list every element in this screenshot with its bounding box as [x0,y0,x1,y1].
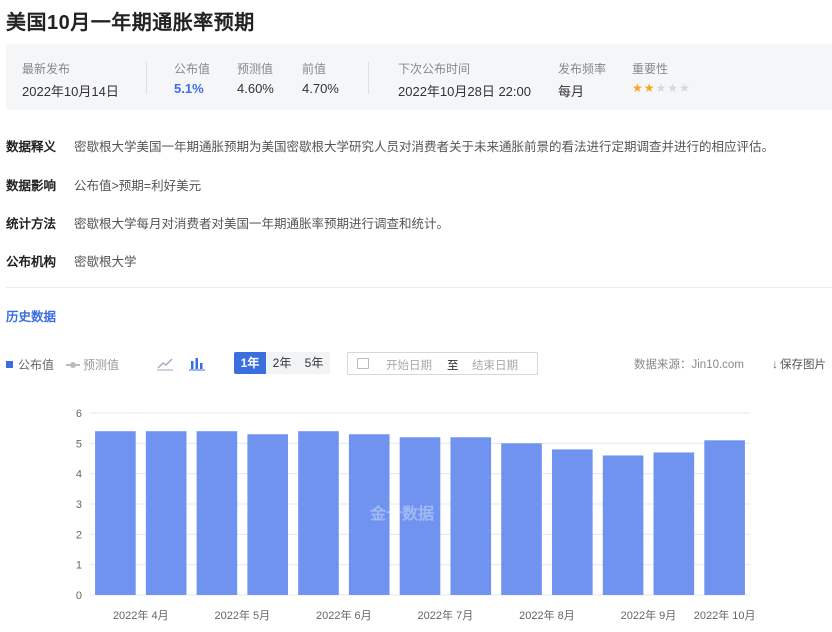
save-image-button[interactable]: ↓ 保存图片 [772,356,826,372]
range-1y-button[interactable]: 1年 [234,352,266,374]
y-tick-label: 4 [76,469,82,481]
x-tick-label: 2022年 5月 [214,608,270,622]
info-key: 公布机构 [6,255,57,269]
bar[interactable] [653,452,695,595]
history-title[interactable]: 历史数据 [6,306,56,325]
start-date-input[interactable]: 开始日期 [386,357,432,373]
x-tick-label: 2022年 9月 [621,608,677,622]
y-tick-label: 1 [76,560,82,572]
date-separator: 至 [447,360,459,372]
info-value: 密歇根大学每月对消费者对美国一年期通胀率预期进行调查和统计。 [74,217,450,231]
range-2y-button[interactable]: 2年 [266,352,298,374]
x-tick-label: 2022年 4月 [113,608,169,622]
legend-forecast[interactable]: 预测值 [66,356,119,373]
bar[interactable] [704,440,745,595]
latest-value: 2022年10月14日 [22,84,119,99]
info-key: 统计方法 [6,217,57,231]
legend-actual-label: 公布值 [18,358,55,372]
bar[interactable] [247,434,288,595]
star-empty-icon: ★ [655,81,668,95]
calendar-icon [357,358,369,369]
bar-chart: 0 1 2 3 4 5 6 2022年 4月 2022年 5月 2022年 6月 2022年 7月 2… [76,408,756,622]
star-filled-icon: ★ [643,81,656,95]
forecast-label: 预测值 [237,62,274,76]
importance-label: 重要性 [632,62,669,76]
bar[interactable] [399,437,441,595]
bar-chart-icon[interactable] [188,355,206,371]
info-row: 数据释义 密歇根大学美国一年期通胀预期为美国密歇根大学研究人员对消费者关于未来通胀… [6,136,774,155]
chart-toolbar: 公布值 预测值 1年 2年 5年 开始日期 至 结束日期 数据来源：Jin10.… [0,350,832,378]
info-value: 公布值>预期=利好美元 [74,179,202,193]
bar[interactable] [602,455,644,595]
legend-line-icon [66,362,80,368]
end-date-input[interactable]: 结束日期 [472,357,518,373]
summary-panel: 最新发布 2022年10月14日 公布值 5.1% 预测值 4.60% 前值 4… [6,44,832,110]
info-key: 数据释义 [6,140,57,154]
importance-stars: ★★★★★ [632,81,691,95]
info-row: 统计方法 密歇根大学每月对消费者对美国一年期通胀率预期进行调查和统计。 [6,213,449,232]
divider [146,62,147,94]
x-tick-label: 2022年 7月 [418,608,474,622]
latest-label: 最新发布 [22,62,71,76]
info-row: 数据影响 公布值>预期=利好美元 [6,175,201,194]
actual-value: 5.1% [174,81,204,96]
info-value: 密歇根大学 [74,255,137,269]
bar[interactable] [145,431,187,595]
save-image-label: 保存图片 [780,359,826,371]
divider [6,287,832,288]
forecast-value: 4.60% [237,81,274,96]
legend-forecast-label: 预测值 [83,358,120,372]
page-title: 美国10月一年期通胀率预期 [6,12,255,34]
y-tick-label: 5 [76,438,82,450]
star-empty-icon: ★ [679,81,691,95]
download-icon: ↓ [772,357,778,371]
y-tick-label: 3 [76,499,82,511]
line-chart-icon[interactable] [156,355,174,371]
y-tick-label: 0 [76,590,82,602]
bar[interactable] [450,437,492,595]
actual-label: 公布值 [174,62,211,76]
star-filled-icon: ★ [632,81,644,95]
previous-value: 4.70% [302,81,339,96]
data-source: 数据来源：Jin10.com [634,359,744,371]
frequency-value: 每月 [558,84,585,99]
legend-actual[interactable]: 公布值 [6,356,54,373]
bar[interactable] [552,449,593,595]
y-tick-label: 6 [76,408,82,420]
bar[interactable] [196,431,238,595]
next-release-label: 下次公布时间 [398,62,471,76]
next-release-value: 2022年10月28日 22:00 [398,84,531,99]
legend-square-icon [6,361,13,368]
x-tick-label: 2022年 6月 [316,608,372,622]
previous-label: 前值 [302,62,327,76]
bar[interactable] [501,443,542,595]
info-row: 公布机构 密歇根大学 [6,251,137,270]
bar[interactable] [95,431,136,595]
x-tick-label: 2022年 8月 [519,608,575,622]
range-5y-button[interactable]: 5年 [298,352,330,374]
divider [368,62,369,94]
x-tick-label: 2022年 10月 [694,608,756,622]
frequency-label: 发布频率 [558,62,607,76]
bar[interactable] [348,434,390,595]
star-empty-icon: ★ [667,81,680,95]
date-range-picker[interactable]: 开始日期 至 结束日期 [347,352,538,375]
y-tick-label: 2 [76,529,82,541]
info-value: 密歇根大学美国一年期通胀预期为美国密歇根大学研究人员对消费者关于未来通胀前景的看… [74,140,775,154]
bar[interactable] [298,431,339,595]
chart-container: 0 1 2 3 4 5 6 2022年 4月 2022年 5月 2022年 6月 2022年 7月 2… [0,395,832,632]
info-key: 数据影响 [6,179,57,193]
